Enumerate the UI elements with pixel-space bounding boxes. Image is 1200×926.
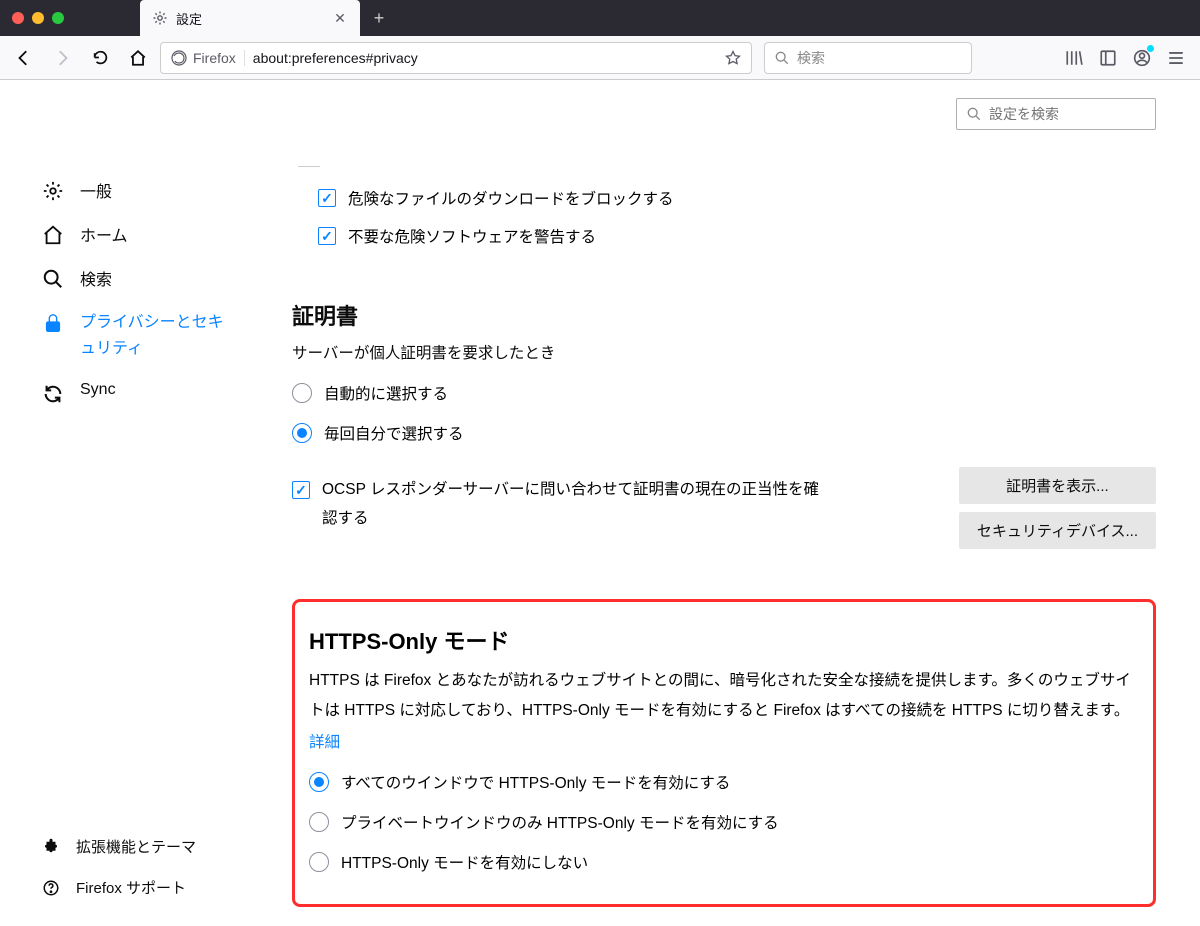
section-subtitle: サーバーが個人証明書を要求したとき xyxy=(292,341,1156,363)
radio-cert-auto[interactable]: 自動的に選択する xyxy=(292,373,1156,413)
site-identity[interactable]: Firefox xyxy=(171,50,245,66)
new-tab-button[interactable]: + xyxy=(364,3,394,33)
learn-more-link[interactable]: 詳細 xyxy=(309,730,340,752)
checkbox-label: 危険なファイルのダウンロードをブロックする xyxy=(348,187,674,209)
tab-title: 設定 xyxy=(176,9,324,28)
gear-icon xyxy=(152,10,168,26)
view-certificates-button[interactable]: 証明書を表示... xyxy=(959,467,1156,504)
radio-label: すべてのウインドウで HTTPS-Only モードを有効にする xyxy=(341,771,730,793)
https-only-section: HTTPS-Only モード HTTPS は Firefox とあなたが訪れるウ… xyxy=(292,599,1156,907)
section-title: 証明書 xyxy=(292,299,1156,331)
puzzle-icon xyxy=(42,838,60,856)
checkbox-label: OCSP レスポンダーサーバーに問い合わせて証明書の現在の正当性を確認する xyxy=(322,475,822,534)
preferences-panel: 一般 ホーム 検索 プライバシーとセキュリティ Sync 拡張機能とテーマ Fi… xyxy=(0,80,1200,926)
radio-label: HTTPS-Only モードを有効にしない xyxy=(341,851,588,873)
home-icon xyxy=(42,224,64,246)
menu-button[interactable] xyxy=(1160,42,1192,74)
lock-icon xyxy=(42,312,64,334)
firefox-icon xyxy=(171,50,187,66)
radio-label: プライベートウインドウのみ HTTPS-Only モードを有効にする xyxy=(341,811,779,833)
security-devices-button[interactable]: セキュリティデバイス... xyxy=(959,512,1156,549)
preferences-sidebar: 一般 ホーム 検索 プライバシーとセキュリティ Sync 拡張機能とテーマ Fi… xyxy=(0,80,248,926)
section-divider xyxy=(298,166,320,167)
browser-tab[interactable]: 設定 ✕ xyxy=(140,0,360,36)
url-text: about:preferences#privacy xyxy=(253,50,717,66)
sidebar-label: 一般 xyxy=(80,178,112,202)
search-icon xyxy=(775,51,789,65)
radio-cert-manual[interactable]: 毎回自分で選択する xyxy=(292,413,1156,453)
radio-icon xyxy=(309,772,329,792)
reload-button[interactable] xyxy=(84,42,116,74)
sidebar-label: Sync xyxy=(80,381,116,399)
certificates-section: 証明書 サーバーが個人証明書を要求したとき 自動的に選択する 毎回自分で選択する… xyxy=(292,299,1156,557)
checkbox-icon xyxy=(292,481,310,499)
window-maximize-button[interactable] xyxy=(52,12,64,24)
radio-label: 自動的に選択する xyxy=(324,382,448,404)
sidebar-item-privacy[interactable]: プライバシーとセキュリティ xyxy=(42,300,248,371)
account-button[interactable] xyxy=(1126,42,1158,74)
section-title: HTTPS-Only モード xyxy=(309,624,1131,656)
library-button[interactable] xyxy=(1058,42,1090,74)
search-settings-placeholder: 設定を検索 xyxy=(989,104,1059,124)
search-icon xyxy=(42,268,64,290)
sidebar-item-home[interactable]: ホーム xyxy=(42,212,248,256)
navigation-toolbar: Firefox about:preferences#privacy 検索 xyxy=(0,36,1200,80)
checkbox-warn-unwanted[interactable]: 不要な危険ソフトウェアを警告する xyxy=(292,217,1156,255)
window-minimize-button[interactable] xyxy=(32,12,44,24)
radio-icon xyxy=(309,852,329,872)
sidebar-label: Firefox サポート xyxy=(76,877,186,898)
sidebar-item-general[interactable]: 一般 xyxy=(42,168,248,212)
tab-close-icon[interactable]: ✕ xyxy=(332,10,348,26)
identity-label: Firefox xyxy=(193,50,236,66)
radio-icon xyxy=(309,812,329,832)
sync-icon xyxy=(42,383,64,405)
radio-https-private[interactable]: プライベートウインドウのみ HTTPS-Only モードを有効にする xyxy=(309,802,1131,842)
checkbox-label: 不要な危険ソフトウェアを警告する xyxy=(348,225,596,247)
search-settings-input[interactable]: 設定を検索 xyxy=(956,98,1156,130)
window-close-button[interactable] xyxy=(12,12,24,24)
radio-icon xyxy=(292,423,312,443)
checkbox-icon xyxy=(318,189,336,207)
radio-https-all[interactable]: すべてのウインドウで HTTPS-Only モードを有効にする xyxy=(309,762,1131,802)
sidebar-item-support[interactable]: Firefox サポート xyxy=(42,867,248,908)
forward-button[interactable] xyxy=(46,42,78,74)
home-button[interactable] xyxy=(122,42,154,74)
checkbox-icon xyxy=(318,227,336,245)
search-icon xyxy=(967,107,981,121)
radio-https-off[interactable]: HTTPS-Only モードを有効にしない xyxy=(309,842,1131,882)
section-description: HTTPS は Firefox とあなたが訪れるウェブサイトとの間に、暗号化され… xyxy=(309,666,1131,726)
window-titlebar: 設定 ✕ + xyxy=(0,0,1200,36)
sidebar-item-addons[interactable]: 拡張機能とテーマ xyxy=(42,826,248,867)
back-button[interactable] xyxy=(8,42,40,74)
search-placeholder: 検索 xyxy=(797,48,825,68)
sidebar-label: ホーム xyxy=(80,222,128,246)
radio-label: 毎回自分で選択する xyxy=(324,422,464,444)
bookmark-star-icon[interactable] xyxy=(725,50,741,66)
sidebar-item-search[interactable]: 検索 xyxy=(42,256,248,300)
sidebar-label: 検索 xyxy=(80,266,112,290)
sidebar-label: 拡張機能とテーマ xyxy=(76,836,196,857)
sidebar-toggle-button[interactable] xyxy=(1092,42,1124,74)
help-icon xyxy=(42,879,60,897)
checkbox-ocsp[interactable]: OCSP レスポンダーサーバーに問い合わせて証明書の現在の正当性を確認する xyxy=(292,467,822,542)
sidebar-label: プライバシーとセキュリティ xyxy=(80,310,228,361)
sidebar-item-sync[interactable]: Sync xyxy=(42,371,248,415)
url-bar[interactable]: Firefox about:preferences#privacy xyxy=(160,42,752,74)
traffic-lights xyxy=(12,12,64,24)
gear-icon xyxy=(42,180,64,202)
checkbox-block-dangerous[interactable]: 危険なファイルのダウンロードをブロックする xyxy=(292,179,1156,217)
preferences-main: 設定を検索 危険なファイルのダウンロードをブロックする 不要な危険ソフトウェアを… xyxy=(248,80,1200,926)
search-bar[interactable]: 検索 xyxy=(764,42,972,74)
radio-icon xyxy=(292,383,312,403)
